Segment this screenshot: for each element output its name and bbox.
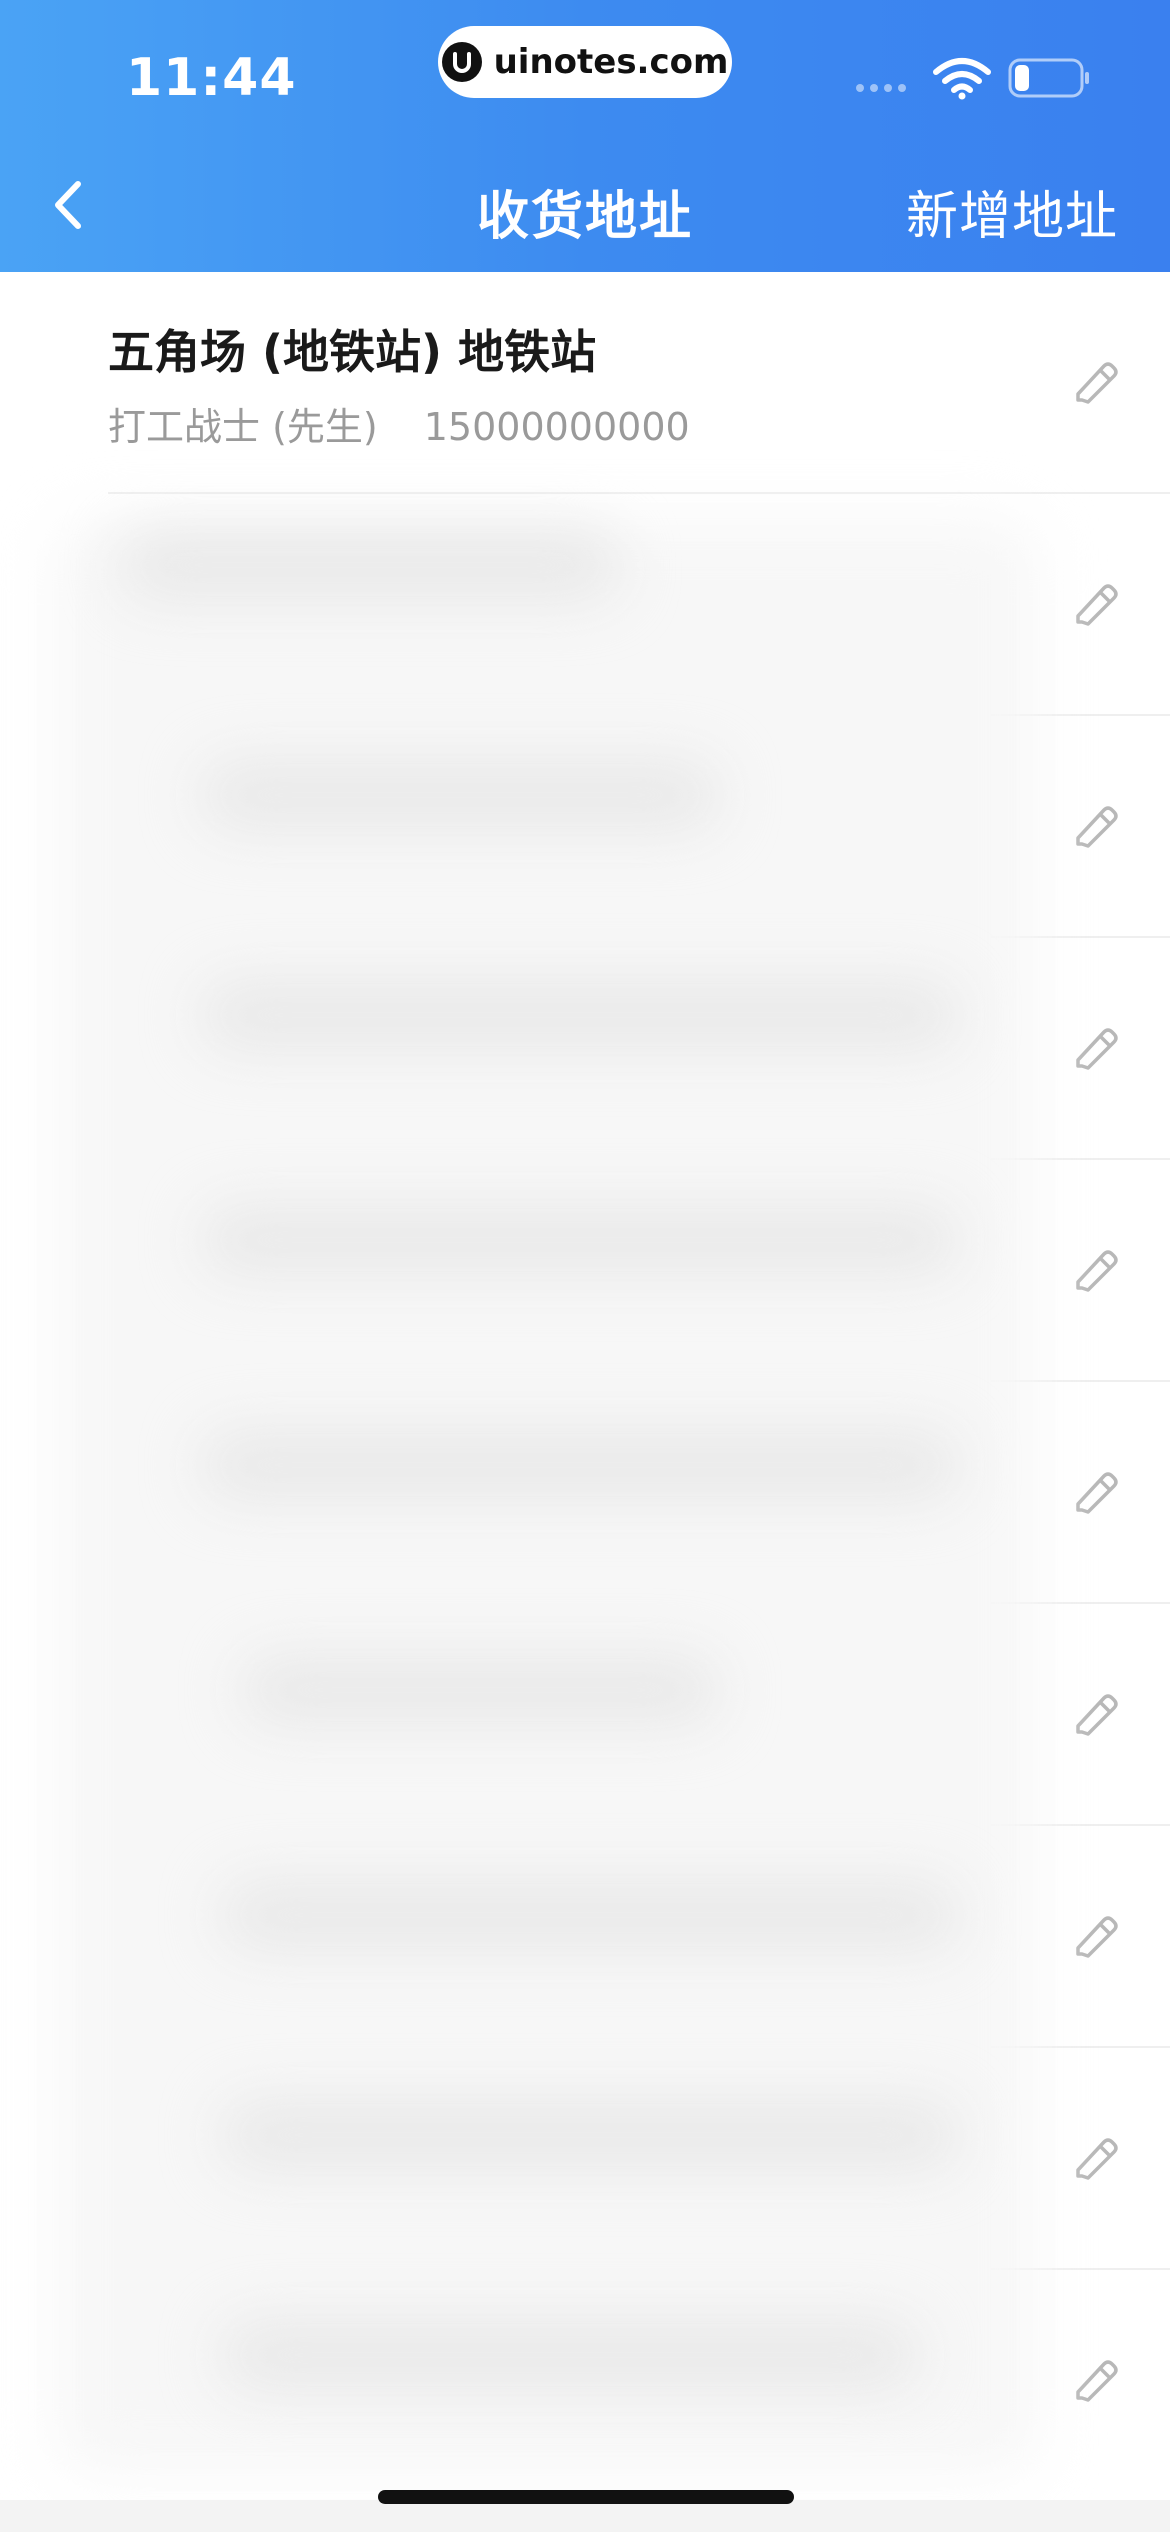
contact-name: 打工战士 (先生)	[108, 405, 378, 449]
address-item[interactable]: 五角场 (地铁站) 地铁站 打工战士 (先生) 15000000000	[0, 272, 1170, 494]
pencil-icon[interactable]	[1068, 1686, 1124, 1742]
address-contact: 打工战士 (先生) 15000000000	[108, 396, 690, 451]
redacted-blur-line	[240, 1655, 720, 1725]
pencil-icon[interactable]	[1068, 2352, 1124, 2408]
site-label: uinotes.com	[493, 42, 729, 82]
redacted-blur-line	[200, 1430, 960, 1500]
pencil-icon[interactable]	[1068, 1908, 1124, 1964]
contact-phone: 15000000000	[423, 405, 690, 449]
address-name: 五角场 (地铁站) 地铁站	[108, 325, 597, 379]
site-logo-icon	[441, 42, 482, 82]
redacted-blur-line	[200, 760, 720, 830]
pencil-icon[interactable]	[1068, 798, 1124, 854]
redacted-blur-line	[200, 1205, 960, 1275]
pencil-icon[interactable]	[1068, 2130, 1124, 2186]
home-indicator[interactable]	[378, 2490, 794, 2504]
wifi-icon	[933, 58, 991, 100]
redacted-blur-line	[200, 980, 960, 1050]
pencil-icon[interactable]	[1068, 1242, 1124, 1298]
pencil-icon[interactable]	[1068, 354, 1124, 410]
redacted-blur-line	[220, 2320, 920, 2390]
redacted-blur-line	[220, 2100, 960, 2170]
bottom-safe-area	[0, 2500, 1170, 2532]
add-address-button[interactable]: 新增地址	[906, 174, 1118, 249]
pencil-icon[interactable]	[1068, 1464, 1124, 1520]
pencil-icon[interactable]	[1068, 576, 1124, 632]
redacted-blur-line	[220, 1880, 960, 1950]
site-badge: uinotes.com	[438, 26, 732, 98]
redacted-blur-line	[120, 530, 620, 600]
battery-icon	[1008, 58, 1089, 98]
cellular-signal-icon	[856, 84, 906, 92]
app-header: 11:44 uinotes.com 收货地址 新增地址	[0, 0, 1170, 272]
pencil-icon[interactable]	[1068, 1020, 1124, 1076]
status-time: 11:44	[126, 48, 297, 108]
